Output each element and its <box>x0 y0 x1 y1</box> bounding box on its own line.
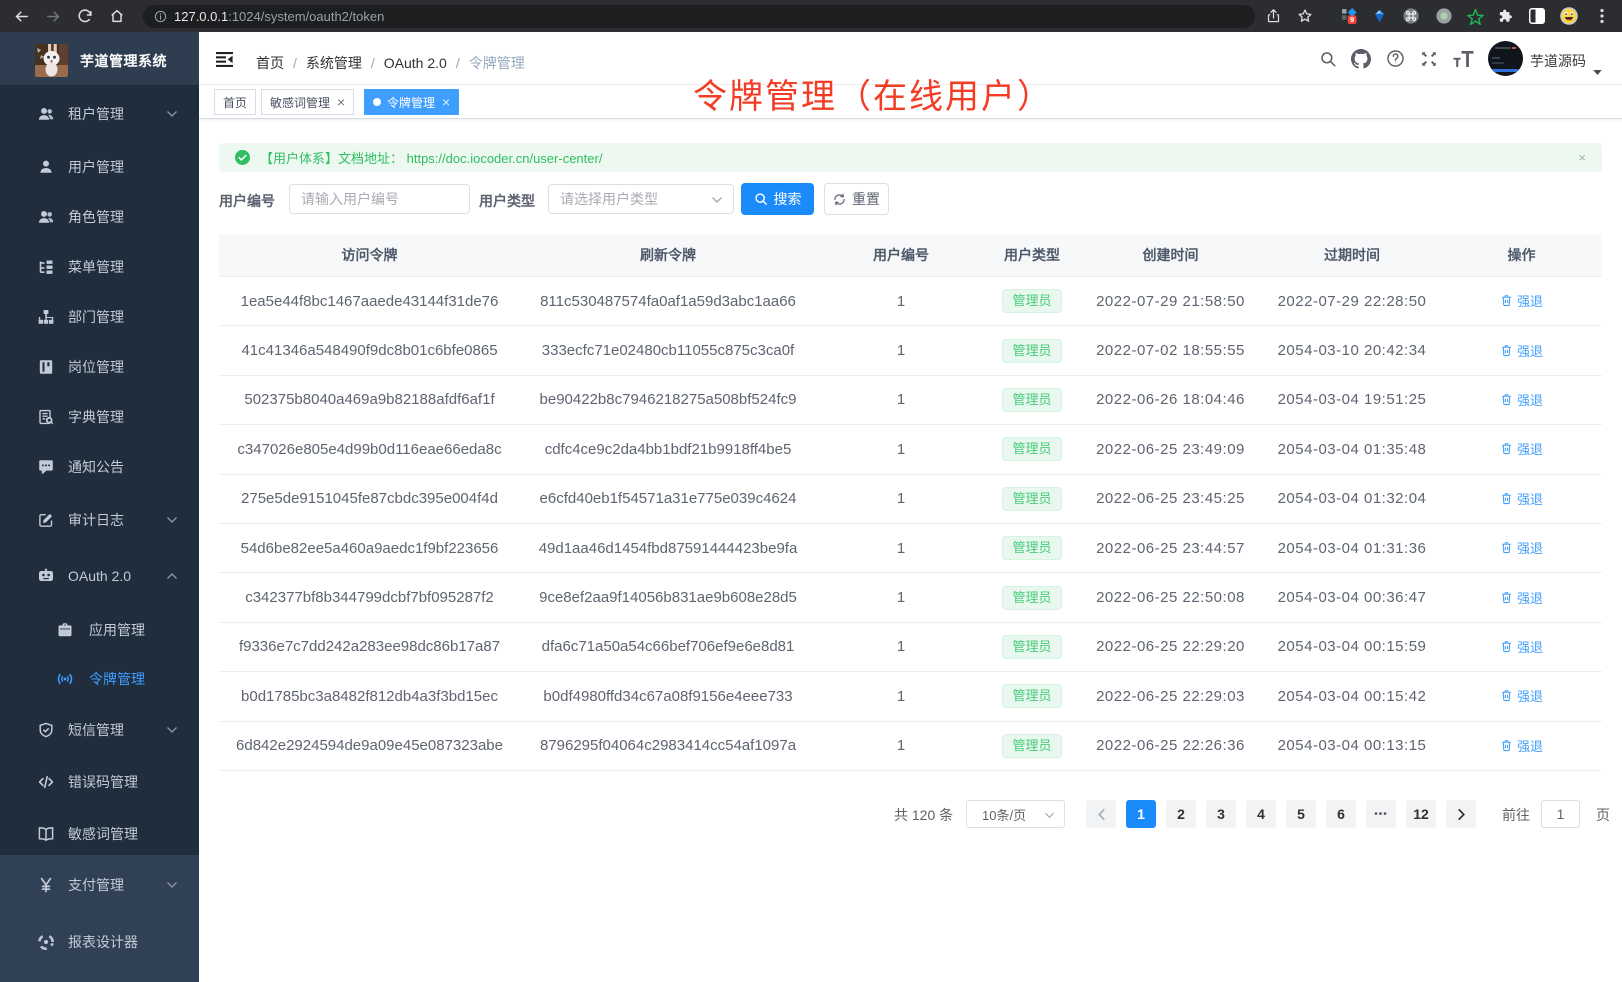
svg-text:9: 9 <box>1350 15 1354 24</box>
